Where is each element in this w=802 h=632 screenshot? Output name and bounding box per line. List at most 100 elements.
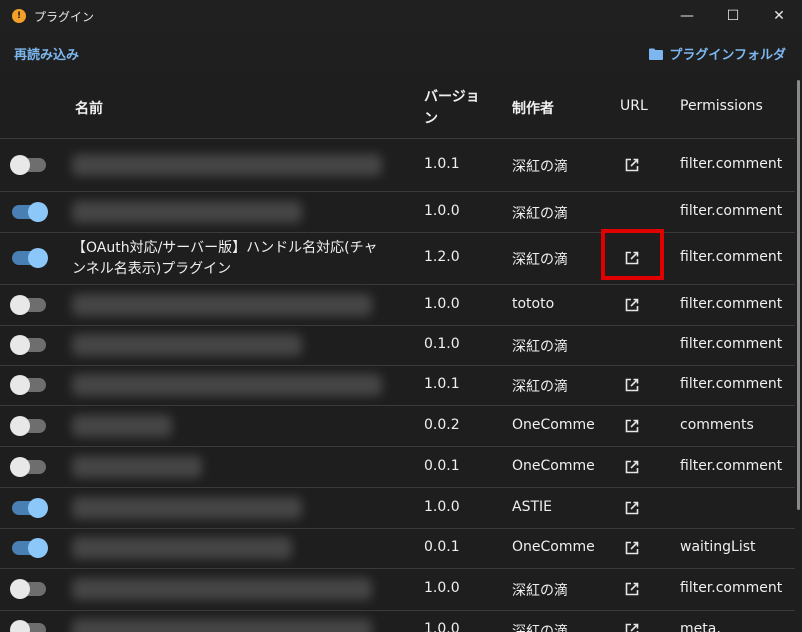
- close-button[interactable]: ✕: [756, 0, 802, 32]
- title-bar: ! プラグイン — ☐ ✕: [0, 0, 802, 32]
- plugin-version: 1.0.0: [424, 580, 460, 596]
- folder-icon: [649, 48, 664, 60]
- app-logo-icon: !: [12, 9, 26, 23]
- maximize-button[interactable]: ☐: [710, 0, 756, 32]
- column-header-permissions: Permissions: [680, 98, 763, 114]
- enable-toggle[interactable]: [10, 335, 46, 355]
- url-highlight-box: [601, 229, 664, 280]
- table-row: 0.0.1 OneComme waitingList: [0, 528, 795, 569]
- plugin-author: tototo: [512, 296, 555, 312]
- open-external-link-icon[interactable]: [624, 581, 640, 597]
- window-title: プラグイン: [34, 9, 95, 24]
- plugin-version: 1.0.1: [424, 376, 460, 392]
- table-row: 1.0.1 深紅の滴 filter.comment: [0, 138, 795, 192]
- plugin-author: 深紅の滴: [512, 624, 568, 632]
- open-external-link-icon[interactable]: [624, 459, 640, 475]
- plugin-permissions: meta,: [680, 621, 721, 632]
- toggle-knob: [10, 416, 30, 436]
- plugin-author: OneComme: [512, 458, 595, 474]
- plugin-permissions: filter.comment: [680, 458, 783, 474]
- enable-toggle[interactable]: [10, 416, 46, 436]
- column-header-name: 名前: [75, 101, 103, 117]
- plugin-name-blurred: [72, 334, 302, 356]
- minimize-button[interactable]: —: [664, 0, 710, 32]
- plugin-name: 【OAuth対応/サーバー版】ハンドル名対応(チャンネル名表示)プラグイン: [72, 240, 378, 277]
- enable-toggle[interactable]: [12, 202, 48, 222]
- plugin-permissions: filter.comment: [680, 376, 783, 392]
- plugin-author: 深紅の滴: [512, 159, 568, 175]
- plugin-name-blurred: [72, 537, 292, 559]
- column-header-url: URL: [620, 98, 648, 114]
- open-external-link-icon[interactable]: [624, 622, 640, 632]
- open-external-link-icon[interactable]: [624, 500, 640, 516]
- plugin-version: 0.1.0: [424, 336, 460, 352]
- scrollbar-thumb[interactable]: [797, 80, 800, 510]
- window-controls: — ☐ ✕: [664, 0, 802, 32]
- table-row: 1.0.0 深紅の滴 filter.comment: [0, 568, 795, 611]
- enable-toggle[interactable]: [10, 579, 46, 599]
- open-external-link-icon[interactable]: [624, 297, 640, 313]
- plugin-permissions: filter.comment: [680, 156, 783, 172]
- plugin-folder-label: プラグインフォルダ: [669, 48, 786, 63]
- table-row: 0.0.2 OneComme comments: [0, 405, 795, 447]
- plugin-name-blurred: [72, 456, 202, 478]
- plugin-permissions: filter.comment: [680, 580, 783, 596]
- table-row: 1.0.0 深紅の滴 meta,: [0, 610, 795, 632]
- plugin-author: 深紅の滴: [512, 339, 568, 355]
- enable-toggle[interactable]: [12, 498, 48, 518]
- vertical-scrollbar[interactable]: [795, 74, 802, 632]
- reload-button[interactable]: 再読み込み: [14, 44, 79, 63]
- plugin-name-blurred: [72, 497, 302, 519]
- open-external-link-icon[interactable]: [624, 157, 640, 173]
- plugin-folder-button[interactable]: プラグインフォルダ: [649, 44, 786, 63]
- table-header: 名前 バージョン 制作者 URL Permissions: [0, 74, 795, 139]
- plugin-permissions: filter.comment: [680, 336, 783, 352]
- toggle-knob: [10, 579, 30, 599]
- plugin-name-blurred: [72, 294, 372, 316]
- toggle-knob: [10, 620, 30, 632]
- table-row: 0.0.1 OneComme filter.comment: [0, 446, 795, 488]
- plugin-author: 深紅の滴: [512, 583, 568, 599]
- plugin-permissions: filter.comment: [680, 203, 783, 219]
- toggle-knob: [10, 457, 30, 477]
- plugin-version: 0.0.1: [424, 458, 460, 474]
- table-row: 1.0.0 深紅の滴 filter.comment: [0, 191, 795, 233]
- plugin-name-blurred: [72, 201, 302, 223]
- plugin-version: 1.0.0: [424, 296, 460, 312]
- plugin-name-blurred: [72, 154, 382, 176]
- plugin-author: ASTIE: [512, 499, 552, 515]
- plugin-author: 深紅の滴: [512, 252, 568, 268]
- enable-toggle[interactable]: [10, 155, 46, 175]
- enable-toggle[interactable]: [10, 295, 46, 315]
- plugin-permissions: filter.comment: [680, 296, 783, 312]
- toggle-knob: [28, 202, 48, 222]
- plugin-version: 0.0.1: [424, 539, 460, 555]
- plugin-table: 名前 バージョン 制作者 URL Permissions 1.0.1 深紅の滴 fi…: [0, 74, 795, 632]
- plugin-author: 深紅の滴: [512, 379, 568, 395]
- toolbar: 再読み込み プラグインフォルダ: [0, 32, 802, 74]
- open-external-link-icon[interactable]: [624, 540, 640, 556]
- open-external-link-icon[interactable]: [624, 418, 640, 434]
- plugin-permissions: filter.comment: [680, 249, 783, 265]
- toggle-knob: [10, 295, 30, 315]
- plugin-permissions: waitingList: [680, 539, 756, 555]
- enable-toggle[interactable]: [10, 457, 46, 477]
- toggle-knob: [10, 155, 30, 175]
- table-row: 【OAuth対応/サーバー版】ハンドル名対応(チャンネル名表示)プラグイン 1.2…: [0, 232, 795, 285]
- column-header-version: バージョン: [424, 89, 480, 127]
- enable-toggle[interactable]: [10, 620, 46, 632]
- plugin-version: 1.0.0: [424, 621, 460, 632]
- plugin-permissions: comments: [680, 417, 754, 433]
- open-external-link-icon[interactable]: [624, 377, 640, 393]
- toggle-knob: [28, 498, 48, 518]
- plugin-author: OneComme: [512, 539, 595, 555]
- plugin-name-blurred: [72, 578, 372, 600]
- plugin-name-blurred: [72, 415, 172, 437]
- enable-toggle[interactable]: [12, 248, 48, 268]
- plugin-version: 1.0.1: [424, 156, 460, 172]
- table-row: 1.0.0 ASTIE: [0, 487, 795, 529]
- table-row: 1.0.1 深紅の滴 filter.comment: [0, 365, 795, 406]
- enable-toggle[interactable]: [10, 375, 46, 395]
- toggle-knob: [10, 335, 30, 355]
- enable-toggle[interactable]: [12, 538, 48, 558]
